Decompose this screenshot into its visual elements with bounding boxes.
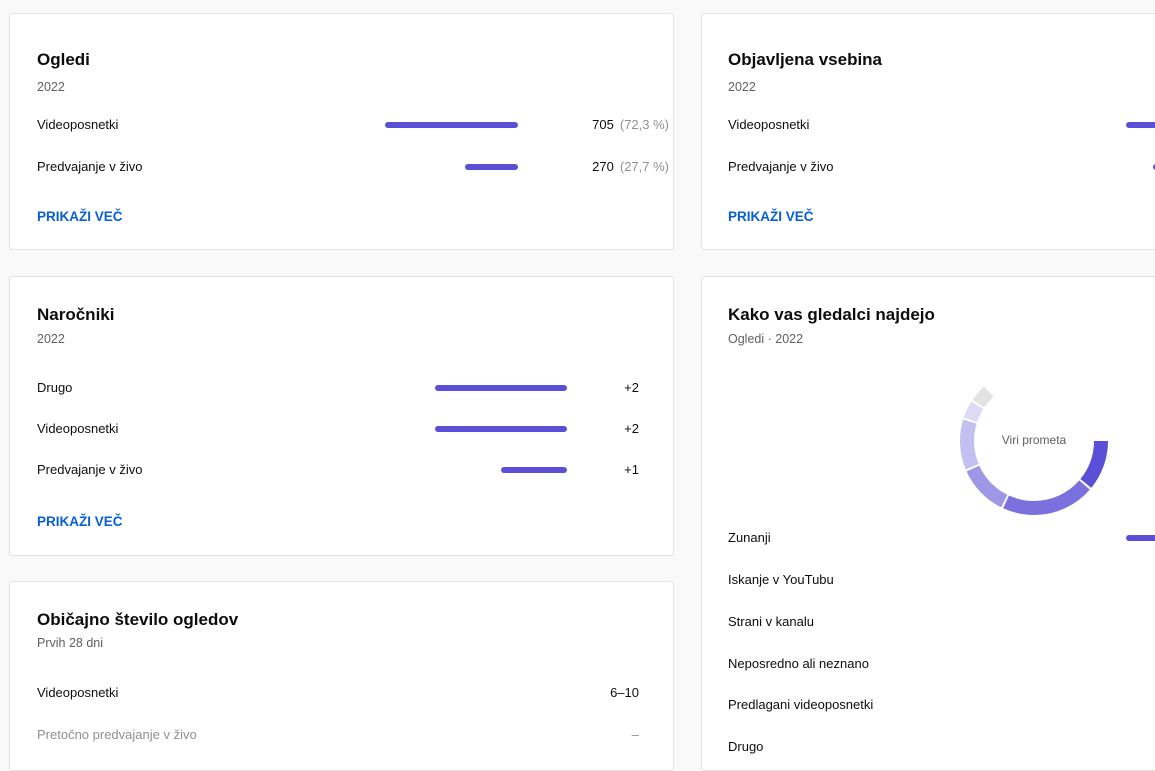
traffic-bar-external	[1126, 535, 1155, 541]
published-card: Objavljena vsebina 2022 Videoposnetki Pr…	[701, 13, 1155, 250]
views-percent: (27,7 %)	[619, 159, 669, 174]
views-subtitle: 2022	[37, 80, 65, 94]
traffic-source-row: Predlagani videoposnetki	[728, 695, 1155, 715]
views-show-more-link[interactable]: PRIKAŽI VEČ	[37, 209, 123, 224]
traffic-source-row: Iskanje v YouTubu	[728, 570, 1155, 590]
subscribers-bar-videos	[435, 426, 567, 432]
published-row-label: Predvajanje v živo	[728, 159, 834, 174]
subscribers-show-more-link[interactable]: PRIKAŽI VEČ	[37, 514, 123, 529]
traffic-subtitle: Ogledi · 2022	[728, 332, 804, 346]
subscribers-subtitle: 2022	[37, 332, 65, 346]
views-count: 270	[592, 159, 614, 174]
subscribers-row-label: Predvajanje v živo	[37, 462, 143, 477]
published-row-live: Predvajanje v živo	[728, 157, 1155, 177]
traffic-source-row: Drugo	[728, 737, 1155, 757]
typical-views-row-videos: Videoposnetki 6–10	[37, 683, 673, 703]
published-row-videos: Videoposnetki	[728, 115, 1155, 135]
views-row-videos: Videoposnetki 705 (72,3 %)	[37, 115, 673, 135]
traffic-source-label: Neposredno ali neznano	[728, 656, 869, 671]
traffic-source-label: Strani v kanalu	[728, 614, 814, 629]
views-row-value: 705 (72,3 %)	[537, 115, 669, 135]
subscribers-row-value: +2	[624, 380, 639, 395]
traffic-source-row: Zunanji	[728, 528, 1155, 548]
subscribers-card: Naročniki 2022 Drugo +2 Videoposnetki +2…	[9, 276, 674, 556]
traffic-source-row: Strani v kanalu	[728, 612, 1155, 632]
views-card: Ogledi 2022 Videoposnetki 705 (72,3 %) Pr…	[9, 13, 674, 250]
views-bar-live	[465, 164, 518, 170]
traffic-sources-card: Kako vas gledalci najdejo Ogledi · 2022 …	[701, 276, 1155, 771]
traffic-source-label: Iskanje v YouTubu	[728, 572, 834, 587]
traffic-source-row: Neposredno ali neznano	[728, 654, 1155, 674]
views-bar-videos	[385, 122, 518, 128]
views-percent: (72,3 %)	[619, 117, 669, 132]
typical-views-card: Običajno število ogledov Prvih 28 dni Vi…	[9, 581, 674, 771]
subscribers-row-label: Drugo	[37, 380, 73, 395]
views-row-label: Predvajanje v živo	[37, 159, 143, 174]
typical-views-row-value: –	[631, 727, 639, 742]
subscribers-row-videos: Videoposnetki +2	[37, 419, 673, 439]
views-count: 705	[592, 117, 614, 132]
published-show-more-link[interactable]: PRIKAŽI VEČ	[728, 209, 814, 224]
subscribers-title: Naročniki	[37, 305, 115, 324]
subscribers-row-other: Drugo +2	[37, 378, 673, 398]
views-row-value: 270 (27,7 %)	[537, 157, 669, 177]
views-row-live: Predvajanje v živo 270 (27,7 %)	[37, 157, 673, 177]
subscribers-bar-other	[435, 385, 567, 391]
published-row-label: Videoposnetki	[728, 117, 810, 132]
views-title: Ogledi	[37, 50, 90, 69]
views-row-label: Videoposnetki	[37, 117, 119, 132]
traffic-donut-center-label: Viri prometa	[1001, 433, 1067, 447]
traffic-source-label: Zunanji	[728, 530, 771, 545]
traffic-source-label: Predlagani videoposnetki	[728, 697, 874, 712]
typical-views-title: Običajno število ogledov	[37, 610, 239, 629]
typical-views-subtitle: Prvih 28 dni	[37, 636, 104, 650]
subscribers-row-value: +2	[624, 421, 639, 436]
typical-views-row-label: Videoposnetki	[37, 685, 119, 700]
traffic-title: Kako vas gledalci najdejo	[728, 305, 935, 324]
published-bar-videos	[1126, 122, 1155, 128]
typical-views-row-label: Pretočno predvajanje v živo	[37, 727, 197, 742]
subscribers-row-live: Predvajanje v živo +1	[37, 460, 673, 480]
published-subtitle: 2022	[728, 80, 756, 94]
subscribers-bar-live	[501, 467, 567, 473]
traffic-source-label: Drugo	[728, 739, 764, 754]
subscribers-row-value: +1	[624, 462, 639, 477]
published-title: Objavljena vsebina	[728, 50, 883, 69]
typical-views-row-live: Pretočno predvajanje v živo –	[37, 725, 673, 745]
subscribers-row-label: Videoposnetki	[37, 421, 119, 436]
typical-views-row-value: 6–10	[610, 685, 639, 700]
